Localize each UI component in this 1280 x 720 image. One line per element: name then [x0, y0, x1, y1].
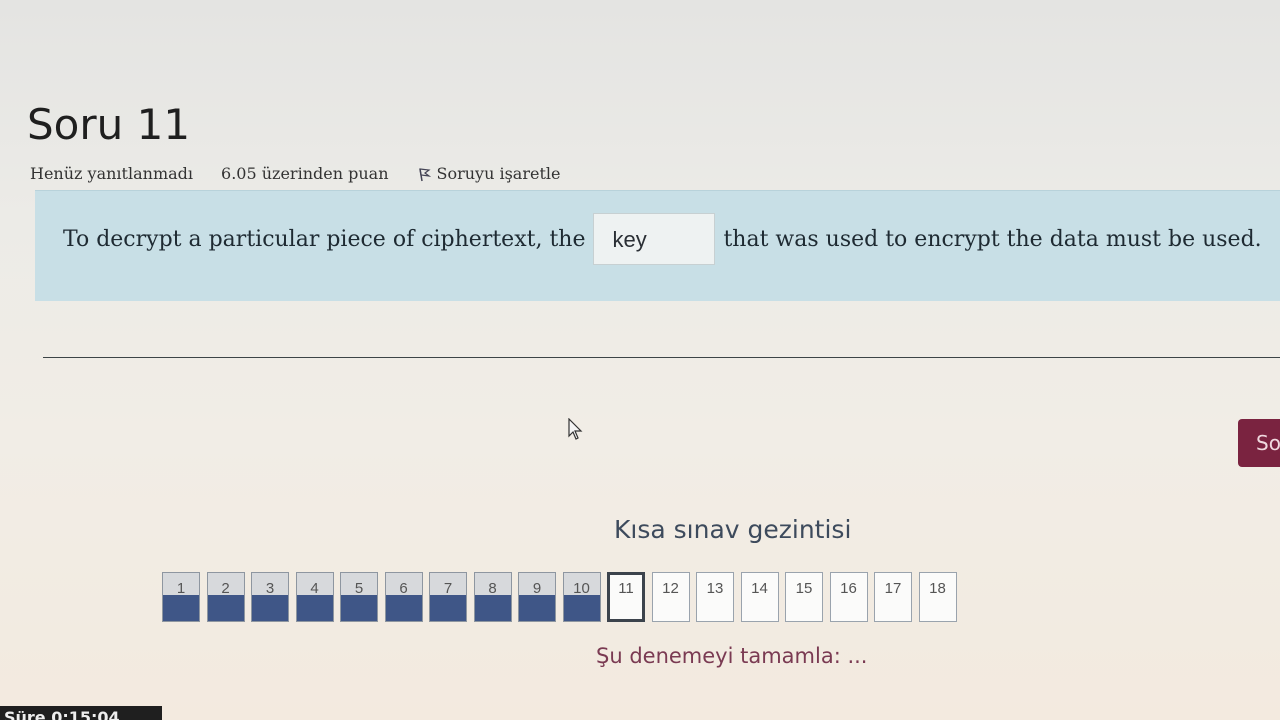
question-text: To decrypt a particular piece of ciphert… — [63, 213, 1262, 265]
answer-input[interactable]: key — [593, 213, 716, 265]
quiz-nav-number: 7 — [443, 580, 453, 597]
flag-question-link[interactable]: Soruyu işaretle — [417, 164, 561, 183]
quiz-nav-number: 12 — [662, 580, 679, 597]
quiz-nav-number: 5 — [354, 580, 364, 597]
quiz-nav-number: 10 — [573, 580, 590, 597]
quiz-nav-button-10[interactable]: 10 — [562, 572, 601, 622]
answered-indicator — [430, 595, 466, 621]
quiz-nav-number: 17 — [884, 580, 902, 597]
quiz-nav-button-1[interactable]: 1 — [162, 572, 200, 622]
quiz-nav-button-15[interactable]: 15 — [785, 572, 823, 622]
quiz-nav-number: 15 — [795, 580, 813, 597]
answered-indicator — [385, 595, 422, 621]
quiz-nav-number: 3 — [265, 580, 275, 597]
quiz-nav-button-9[interactable]: 9 — [518, 572, 556, 622]
quiz-nav-button-14[interactable]: 14 — [740, 572, 779, 622]
quiz-nav-number: 18 — [929, 580, 946, 597]
quiz-nav-button-13[interactable]: 13 — [696, 572, 734, 622]
quiz-nav-number: 1 — [176, 580, 186, 597]
quiz-nav-button-12[interactable]: 12 — [651, 572, 690, 622]
question-info: Henüz yanıtlanmadı 6.05 üzerinden puan S… — [30, 164, 560, 183]
quiz-nav-button-2[interactable]: 2 — [206, 572, 245, 622]
quiz-nav-number: 16 — [840, 580, 857, 597]
quiz-nav-button-17[interactable]: 17 — [874, 572, 912, 622]
question-points: 6.05 üzerinden puan — [221, 164, 389, 183]
quiz-nav-button-16[interactable]: 16 — [829, 572, 868, 622]
quiz-nav-number: 9 — [532, 580, 542, 597]
question-title: Soru 11 — [27, 100, 191, 149]
quiz-nav-number: 14 — [751, 580, 768, 597]
quiz-navigation: 1 2 3 4 5 6 7 8 9 10 11 12 13 14 15 16 17 18 — [162, 572, 963, 622]
answered-indicator — [207, 595, 244, 621]
quiz-nav-button-11[interactable]: 11 — [607, 572, 645, 622]
answered-indicator — [474, 595, 511, 621]
quiz-nav-number: 13 — [706, 580, 724, 597]
quiz-nav-button-3[interactable]: 3 — [251, 572, 289, 622]
timer: Süre 0:15:04 — [0, 706, 162, 720]
quiz-nav-button-7[interactable]: 7 — [429, 572, 467, 622]
quiz-nav-button-5[interactable]: 5 — [340, 572, 378, 622]
quiz-navigation-title: Kısa sınav gezintisi — [614, 515, 852, 544]
finish-attempt-link[interactable]: Şu denemeyi tamamla: ... — [596, 644, 867, 668]
quiz-nav-number: 2 — [221, 580, 230, 597]
question-text-before: To decrypt a particular piece of ciphert… — [63, 226, 586, 252]
mouse-cursor-icon — [568, 418, 583, 440]
question-text-after: that was used to encrypt the data must b… — [723, 226, 1262, 252]
quiz-nav-number: 11 — [618, 580, 634, 597]
next-page-button[interactable]: So — [1238, 419, 1280, 467]
quiz-nav-number: 4 — [310, 580, 319, 597]
quiz-nav-number: 8 — [488, 580, 497, 597]
answered-indicator — [341, 595, 377, 621]
quiz-nav-button-8[interactable]: 8 — [473, 572, 512, 622]
answered-indicator — [252, 595, 288, 621]
quiz-nav-button-4[interactable]: 4 — [295, 572, 334, 622]
answered-indicator — [519, 595, 555, 621]
quiz-nav-button-18[interactable]: 18 — [918, 572, 957, 622]
quiz-nav-number: 6 — [399, 580, 408, 597]
flag-icon — [418, 167, 431, 181]
quiz-nav-button-6[interactable]: 6 — [384, 572, 423, 622]
answered-indicator — [563, 595, 600, 621]
answered-indicator — [296, 595, 333, 621]
flag-question-label: Soruyu işaretle — [436, 164, 561, 183]
question-content: To decrypt a particular piece of ciphert… — [35, 190, 1280, 301]
answered-indicator — [163, 595, 199, 621]
divider — [43, 357, 1280, 358]
question-status: Henüz yanıtlanmadı — [30, 164, 194, 183]
